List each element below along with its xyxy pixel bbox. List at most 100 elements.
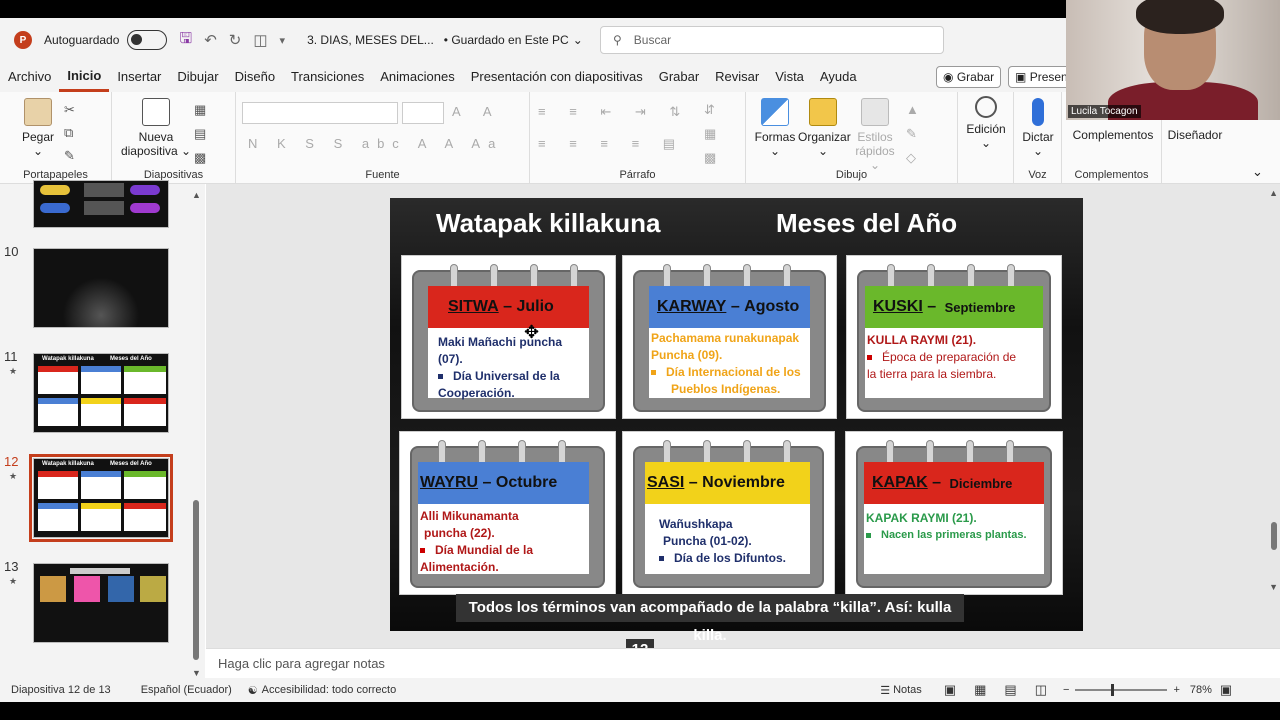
slide-sorter-icon[interactable]: ▦	[974, 682, 986, 698]
redo-icon[interactable]: ↻	[229, 31, 242, 49]
menu-grabar[interactable]: Grabar	[651, 62, 707, 92]
calendar-card-diciembre[interactable]: KAPAK – Diciembre KAPAK RAYMI (21). Nace…	[845, 431, 1063, 595]
cut-icon[interactable]: ✂	[64, 102, 85, 117]
text-direction-icons[interactable]: ⇵ ▦ ▩	[704, 98, 726, 170]
move-cursor-icon: ✥	[524, 322, 540, 342]
scroll-down-icon[interactable]: ▼	[1269, 582, 1278, 592]
undo-icon[interactable]: ↶	[204, 31, 217, 49]
edit-button[interactable]: Edición ⌄	[962, 96, 1010, 150]
reset-icon[interactable]: ▤	[194, 126, 216, 141]
arrange-button[interactable]: Organizar ⌄	[798, 98, 851, 158]
thumb-shape	[130, 185, 160, 195]
clipboard-icon	[24, 98, 52, 126]
accessibility-status[interactable]: Accesibilidad: todo correcto	[262, 684, 397, 696]
editor-scrollbar[interactable]	[1271, 522, 1277, 550]
menu-ayuda[interactable]: Ayuda	[812, 62, 865, 92]
calendar-header: KAPAK – Diciembre	[864, 462, 1044, 504]
designer-button[interactable]: Diseñador	[1164, 128, 1226, 142]
chevron-down-icon[interactable]: ⌄	[573, 33, 583, 47]
menu-transiciones[interactable]: Transiciones	[283, 62, 372, 92]
fit-slide-icon[interactable]: ▣	[1220, 682, 1232, 698]
animation-star-icon: ★	[9, 366, 18, 376]
font-size-icons[interactable]: A A	[452, 104, 502, 119]
group-clipboard: Pegar ⌄ ✂ ⧉ ✎ Portapapeles	[0, 92, 112, 184]
zoom-slider-handle[interactable]	[1111, 684, 1115, 696]
language-indicator[interactable]: Español (Ecuador)	[141, 684, 232, 696]
menu-insertar[interactable]: Insertar	[109, 62, 169, 92]
document-title[interactable]: 3. DIAS, MESES DEL...	[307, 33, 434, 47]
calendar-card-agosto[interactable]: KARWAY – Agosto Pachamama runakunapak Pu…	[622, 255, 837, 419]
record-button[interactable]: ◉ Grabar	[936, 66, 1002, 88]
menu-inicio[interactable]: Inicio	[59, 62, 110, 92]
paste-button[interactable]: Pegar ⌄	[18, 98, 58, 158]
slideshow-icon[interactable]: ◫	[1035, 682, 1047, 698]
quick-styles-button[interactable]: Estilos rápidos ⌄	[850, 98, 900, 172]
thumb-shape	[40, 576, 66, 602]
font-family-select[interactable]	[242, 102, 398, 124]
thumbnail-slide-9[interactable]	[33, 180, 169, 228]
menu-animaciones[interactable]: Animaciones	[372, 62, 462, 92]
new-slide-button[interactable]: Nueva diapositiva ⌄	[118, 98, 194, 158]
zoom-in-icon[interactable]: +	[1173, 684, 1179, 696]
month-kichwa: SITWA	[448, 298, 499, 315]
zoom-level[interactable]: 78%	[1190, 684, 1212, 696]
thumbnail-slide-12[interactable]: Watapak killakuna Meses del Año	[29, 454, 173, 542]
present-from-start-icon[interactable]: ◫	[253, 31, 267, 49]
zoom-slider[interactable]	[1075, 684, 1168, 696]
section-icon[interactable]: ▩	[194, 150, 216, 165]
addins-button[interactable]: Complementos	[1068, 128, 1158, 142]
shapes-button[interactable]: Formas ⌄	[754, 98, 796, 158]
font-format-buttons[interactable]: N K S S abc A A Aa	[248, 136, 503, 151]
calendar-card-julio[interactable]: SITWA – Julio Maki Mañachi puncha (07). …	[401, 255, 616, 419]
thumbnail-slide-10[interactable]	[33, 248, 169, 328]
calendar-header: SASI – Noviembre	[645, 462, 810, 504]
menu-archivo[interactable]: Archivo	[0, 62, 59, 92]
zoom-out-icon[interactable]: −	[1063, 684, 1069, 696]
slide-canvas[interactable]: Watapak killakuna Meses del Año SITWA – …	[390, 198, 1083, 631]
calendar-page: KARWAY – Agosto Pachamama runakunapak Pu…	[649, 286, 810, 398]
notes-toggle[interactable]: Notas	[893, 684, 922, 696]
slide-position: Diapositiva 12 de 13	[11, 684, 111, 696]
shape-format-icons[interactable]: ▲ ✎ ◇	[906, 98, 929, 170]
month-spanish: Diciembre	[949, 475, 1013, 491]
autosave-toggle[interactable]	[127, 30, 168, 50]
scroll-up-icon[interactable]: ▲	[1269, 188, 1278, 198]
reading-view-icon[interactable]: ▤	[1004, 682, 1016, 698]
copy-icon[interactable]: ⧉	[64, 125, 83, 140]
thumb-shape	[40, 203, 70, 213]
list-icons[interactable]: ≡ ≡ ⇤ ⇥ ⇅	[538, 104, 690, 120]
scroll-up-icon[interactable]: ▲	[192, 190, 201, 200]
align-icons[interactable]: ≡ ≡ ≡ ≡ ▤	[538, 136, 685, 152]
save-icon[interactable]: 🖫	[179, 28, 192, 53]
normal-view-icon[interactable]: ▣	[944, 682, 956, 698]
thumb-card	[124, 398, 166, 426]
save-status[interactable]: • Guardado en Este PC	[444, 33, 569, 47]
menu-vista[interactable]: Vista	[767, 62, 812, 92]
layout-icon[interactable]: ▦	[194, 102, 216, 117]
font-size-select[interactable]	[402, 102, 444, 124]
menu-revisar[interactable]: Revisar	[707, 62, 767, 92]
thumb-title-right: Meses del Año	[110, 356, 152, 362]
scroll-down-icon[interactable]: ▼	[192, 668, 201, 678]
webcam-person-hair	[1136, 0, 1224, 34]
thumbnail-slide-13[interactable]	[33, 563, 169, 643]
calendar-header: KUSKI – Septiembre	[865, 286, 1043, 328]
ribbon-collapse-icon[interactable]: ⌄	[1252, 164, 1263, 180]
format-painter-icon[interactable]: ✎	[64, 148, 85, 163]
thumbnail-slide-11[interactable]: Watapak killakuna Meses del Año	[33, 353, 169, 433]
menu-diseno[interactable]: Diseño	[227, 62, 283, 92]
separator: –	[482, 474, 492, 491]
clipboard-small-icons: ✂ ⧉ ✎	[64, 98, 85, 167]
customize-toolbar-icon[interactable]: ▾	[280, 34, 286, 47]
menu-dibujar[interactable]: Dibujar	[169, 62, 226, 92]
calendar-card-septiembre[interactable]: KUSKI – Septiembre KULLA RAYMI (21). Épo…	[846, 255, 1062, 419]
holiday-desc-cont: Alimentación.	[420, 560, 499, 574]
search-input[interactable]: ⚲ Buscar	[600, 26, 944, 54]
thumbnail-scrollbar[interactable]	[193, 500, 199, 660]
slide-title-kichwa: Watapak killakuna	[436, 208, 661, 238]
animation-star-icon: ★	[9, 471, 18, 481]
calendar-card-octubre[interactable]: WAYRU – Octubre Alli Mikunamanta puncha …	[399, 431, 616, 595]
dictate-button[interactable]: Dictar ⌄	[1018, 98, 1058, 158]
menu-presentacion[interactable]: Presentación con diapositivas	[463, 62, 651, 92]
calendar-card-noviembre[interactable]: SASI – Noviembre Wañushkapa Puncha (01-0…	[622, 431, 835, 595]
